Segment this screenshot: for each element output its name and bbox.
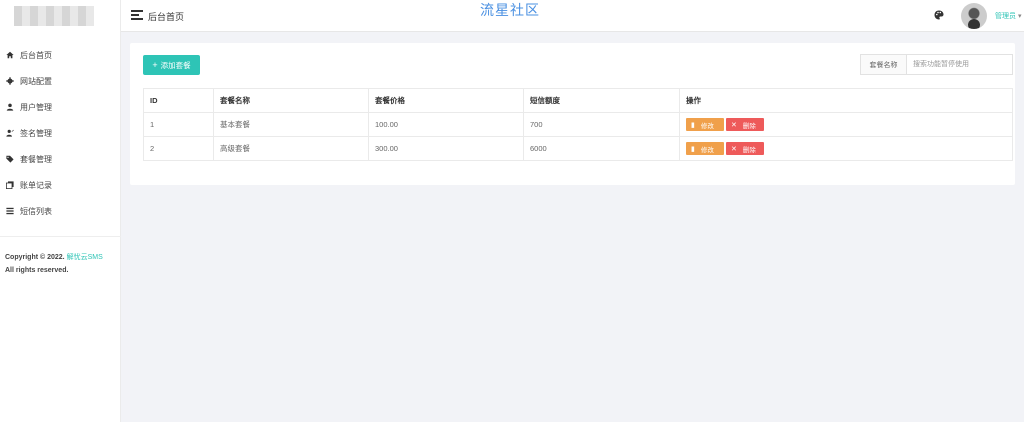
edit-label: 修改	[700, 146, 714, 154]
user-icon	[5, 103, 14, 112]
close-icon: ✕	[731, 121, 737, 129]
user-sign-icon	[5, 129, 14, 138]
logo	[14, 6, 94, 26]
cell-quota: 700	[523, 112, 680, 137]
plus-icon: +	[152, 60, 158, 70]
sidebar-item-packages[interactable]: 套餐管理	[0, 146, 121, 172]
search-label: 套餐名称	[861, 55, 907, 74]
topbar: 后台首页 流星社区 管理员 ▾	[121, 0, 1024, 32]
delete-button[interactable]: ✕ 删除	[726, 118, 764, 131]
list-icon	[5, 207, 14, 216]
bill-icon	[5, 181, 14, 190]
cell-id: 2	[143, 136, 214, 161]
sidebar-item-site-config[interactable]: 网站配置	[0, 68, 121, 94]
delete-label: 删除	[742, 146, 756, 154]
sidebar-menu: 后台首页 网站配置 用户管理 签名管理 套餐管理 账单记录 短信列表	[0, 42, 121, 224]
site-title: 流星社区	[480, 2, 540, 18]
search-input[interactable]	[907, 55, 1012, 74]
cell-actions: ▮ 修改 ✕ 删除	[679, 112, 1013, 137]
sidebar-item-label: 短信列表	[20, 206, 52, 216]
edit-label: 修改	[700, 122, 714, 130]
trash-icon: ▮	[691, 145, 695, 153]
copyright-suffix: All rights reserved.	[5, 267, 69, 274]
delete-button[interactable]: ✕ 删除	[726, 142, 764, 155]
sidebar-item-label: 签名管理	[20, 128, 52, 138]
cell-quota: 6000	[523, 136, 680, 161]
table-row: 1 基本套餐 100.00 700 ▮ 修改 ✕ 删除	[143, 112, 1013, 137]
main-panel: + 添加套餐 套餐名称 ID 套餐名称 套餐价格 短信额度 操作 1 基本套餐 …	[130, 43, 1015, 185]
sidebar-item-sms-list[interactable]: 短信列表	[0, 198, 121, 224]
sidebar-item-home[interactable]: 后台首页	[0, 42, 121, 68]
palette-icon[interactable]	[934, 10, 944, 20]
sidebar-item-bills[interactable]: 账单记录	[0, 172, 121, 198]
sidebar-item-label: 账单记录	[20, 180, 52, 190]
admin-menu[interactable]: 管理员 ▾	[995, 11, 1022, 21]
header-quota: 短信额度	[523, 88, 680, 113]
cell-actions: ▮ 修改 ✕ 删除	[679, 136, 1013, 161]
cell-id: 1	[143, 112, 214, 137]
sidebar-item-label: 用户管理	[20, 102, 52, 112]
copyright-brand-link[interactable]: 解忧云SMS	[67, 254, 103, 261]
search-group: 套餐名称	[860, 54, 1013, 75]
header-price: 套餐价格	[368, 88, 524, 113]
trash-icon: ▮	[691, 121, 695, 129]
table-row: 2 高级套餐 300.00 6000 ▮ 修改 ✕ 删除	[143, 136, 1013, 161]
copyright: Copyright © 2022. 解忧云SMS All rights rese…	[5, 251, 103, 277]
sidebar-item-label: 网站配置	[20, 76, 52, 86]
sidebar: 后台首页 网站配置 用户管理 签名管理 套餐管理 账单记录 短信列表 Copyr…	[0, 0, 121, 422]
cell-price: 100.00	[368, 112, 524, 137]
edit-button[interactable]: ▮ 修改	[686, 142, 724, 155]
header-id: ID	[143, 88, 214, 113]
hamburger-icon[interactable]	[131, 10, 143, 20]
sidebar-item-label: 套餐管理	[20, 154, 52, 164]
cell-name: 高级套餐	[213, 136, 369, 161]
header-actions: 操作	[679, 88, 1013, 113]
table-header-row: ID 套餐名称 套餐价格 短信额度 操作	[143, 88, 1013, 113]
add-package-label: 添加套餐	[160, 60, 191, 70]
sidebar-item-users[interactable]: 用户管理	[0, 94, 121, 120]
home-icon	[5, 51, 14, 60]
add-package-button[interactable]: + 添加套餐	[143, 55, 200, 75]
sidebar-item-label: 后台首页	[20, 50, 52, 60]
copyright-prefix: Copyright © 2022.	[5, 254, 65, 261]
close-icon: ✕	[731, 145, 737, 153]
cell-name: 基本套餐	[213, 112, 369, 137]
header-name: 套餐名称	[213, 88, 369, 113]
caret-down-icon: ▾	[1018, 13, 1022, 20]
tag-icon	[5, 155, 14, 164]
cell-price: 300.00	[368, 136, 524, 161]
sidebar-item-signatures[interactable]: 签名管理	[0, 120, 121, 146]
breadcrumb: 后台首页	[148, 12, 185, 22]
avatar[interactable]	[961, 3, 987, 29]
admin-name: 管理员	[995, 13, 1016, 20]
delete-label: 删除	[742, 122, 756, 130]
gear-icon	[5, 77, 14, 86]
edit-button[interactable]: ▮ 修改	[686, 118, 724, 131]
packages-table: ID 套餐名称 套餐价格 短信额度 操作 1 基本套餐 100.00 700 ▮…	[143, 88, 1013, 161]
sidebar-divider	[0, 236, 121, 237]
